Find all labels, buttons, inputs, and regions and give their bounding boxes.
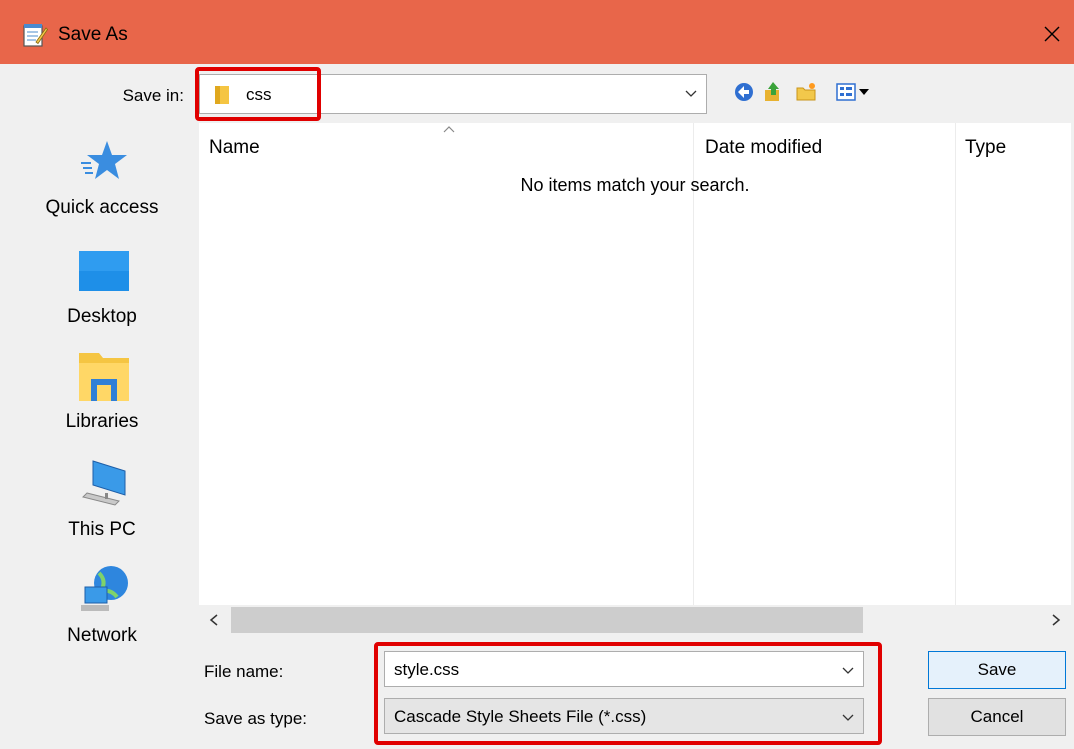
chevron-down-icon[interactable]	[841, 663, 855, 677]
place-network[interactable]: Network	[7, 563, 197, 663]
horizontal-scrollbar[interactable]	[199, 605, 1071, 635]
column-header-name[interactable]: Name	[209, 137, 260, 159]
computer-icon	[82, 460, 126, 506]
folder-icon	[215, 86, 229, 104]
place-libraries[interactable]: Libraries	[7, 349, 197, 449]
save-in-value: css	[246, 85, 272, 104]
scroll-left-button[interactable]	[203, 609, 225, 631]
notepad-icon	[23, 24, 48, 47]
place-quick-access[interactable]: Quick access	[7, 135, 197, 235]
title-bar: Save As	[0, 0, 1074, 64]
place-label: Network	[67, 625, 137, 646]
star-icon	[81, 141, 127, 179]
cancel-button[interactable]: Cancel	[928, 698, 1066, 736]
chevron-down-icon	[842, 714, 854, 721]
chevron-down-icon	[685, 90, 697, 97]
place-label: Desktop	[67, 306, 137, 327]
libraries-icon	[79, 353, 129, 401]
empty-message: No items match your search.	[520, 175, 750, 195]
desktop-icon	[79, 251, 129, 291]
close-icon	[1044, 26, 1060, 42]
save-as-type-label: Save as type:	[204, 709, 308, 728]
back-icon[interactable]	[733, 81, 755, 103]
place-label: Quick access	[45, 197, 159, 218]
places-bar: Quick access Desktop Libraries This PC N…	[7, 123, 197, 658]
save-in-dropdown[interactable]: css	[199, 74, 707, 114]
save-in-label: Save in:	[122, 86, 184, 105]
sort-ascending-icon	[443, 126, 455, 133]
column-header-date-modified[interactable]: Date modified	[705, 137, 822, 159]
file-name-field[interactable]: style.css	[384, 651, 864, 687]
save-button[interactable]: Save	[928, 651, 1066, 689]
file-name-value: style.css	[394, 660, 460, 679]
up-folder-icon[interactable]	[762, 81, 784, 103]
chevron-left-icon	[209, 614, 218, 626]
close-button[interactable]	[1030, 12, 1074, 56]
network-icon	[81, 566, 128, 611]
save-as-type-value: Cascade Style Sheets File (*.css)	[394, 707, 647, 726]
save-as-type-dropdown[interactable]: Cascade Style Sheets File (*.css)	[384, 698, 864, 734]
view-menu-icon[interactable]	[835, 81, 875, 103]
window-title: Save As	[58, 24, 128, 45]
column-header-type[interactable]: Type	[965, 137, 1006, 159]
new-folder-icon[interactable]	[795, 81, 817, 103]
place-label: Libraries	[65, 411, 139, 432]
file-list[interactable]: Name Date modified Type No items match y…	[199, 123, 1071, 605]
place-desktop[interactable]: Desktop	[7, 243, 197, 343]
scroll-right-button[interactable]	[1045, 609, 1067, 631]
file-name-label: File name:	[204, 662, 284, 681]
place-this-pc[interactable]: This PC	[7, 457, 197, 557]
chevron-right-icon	[1052, 614, 1061, 626]
scroll-thumb[interactable]	[231, 607, 863, 633]
place-label: This PC	[68, 519, 136, 540]
